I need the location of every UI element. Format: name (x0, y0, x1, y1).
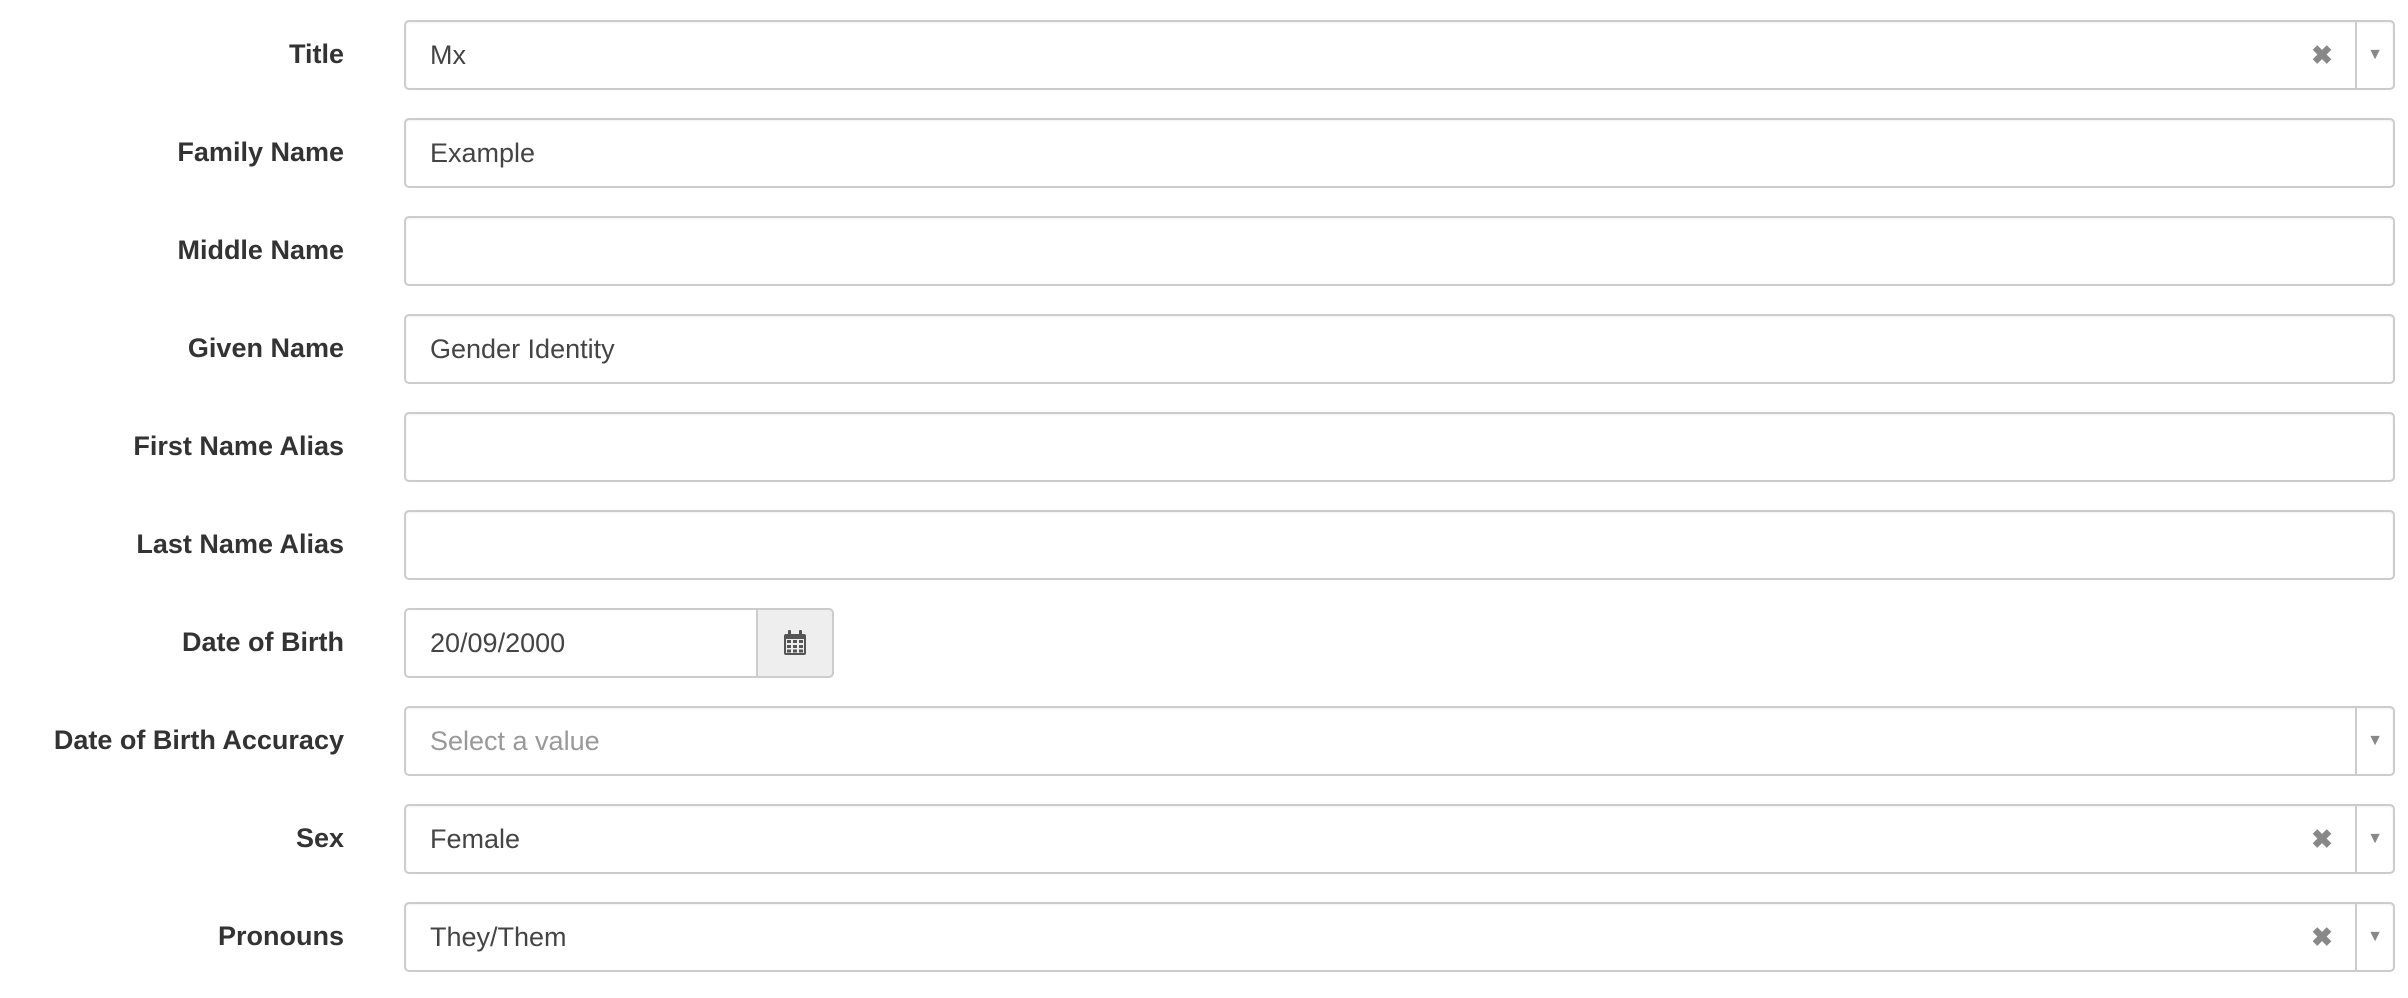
sex-select-value: Female (430, 824, 521, 854)
date-of-birth-picker: 20/09/2000 (404, 608, 834, 678)
pronouns-label: Pronouns (218, 921, 344, 951)
clear-icon[interactable]: ✖ (2307, 806, 2337, 872)
date-of-birth-value: 20/09/2000 (430, 628, 566, 658)
middle-name-label: Middle Name (177, 235, 344, 265)
pronouns-row: Pronouns They/Them ✖ ▼ (0, 902, 2408, 972)
date-of-birth-input[interactable]: 20/09/2000 (404, 608, 758, 678)
given-name-label: Given Name (187, 333, 344, 363)
date-of-birth-accuracy-placeholder: Select a value (430, 726, 600, 756)
calendar-icon (784, 630, 806, 655)
family-name-label: Family Name (177, 137, 344, 167)
title-row: Title Mx ✖ ▼ (0, 20, 2408, 90)
person-details-form: Title Mx ✖ ▼ Family Name Example Middle … (0, 0, 2408, 998)
chevron-down-icon[interactable]: ▼ (2357, 708, 2393, 774)
title-label: Title (288, 39, 344, 69)
chevron-down-icon[interactable]: ▼ (2357, 806, 2393, 872)
given-name-value: Gender Identity (430, 334, 615, 364)
date-of-birth-accuracy-label: Date of Birth Accuracy (53, 725, 344, 755)
pronouns-select-value: They/Them (430, 922, 567, 952)
calendar-button[interactable] (756, 608, 834, 678)
clear-icon[interactable]: ✖ (2307, 22, 2337, 88)
title-select-value: Mx (430, 40, 466, 70)
family-name-value: Example (430, 138, 536, 168)
given-name-input[interactable]: Gender Identity (404, 314, 2395, 384)
date-of-birth-label: Date of Birth (182, 627, 344, 657)
last-name-alias-row: Last Name Alias (0, 510, 2408, 580)
clear-icon[interactable]: ✖ (2307, 904, 2337, 970)
date-of-birth-accuracy-select[interactable]: Select a value ▼ (404, 706, 2395, 776)
family-name-row: Family Name Example (0, 118, 2408, 188)
sex-label: Sex (295, 823, 344, 853)
last-name-alias-input[interactable] (404, 510, 2395, 580)
family-name-input[interactable]: Example (404, 118, 2395, 188)
chevron-down-icon[interactable]: ▼ (2357, 904, 2393, 970)
middle-name-input[interactable] (404, 216, 2395, 286)
first-name-alias-row: First Name Alias (0, 412, 2408, 482)
date-of-birth-row: Date of Birth 20/09/2000 (0, 608, 2408, 678)
chevron-down-icon[interactable]: ▼ (2357, 22, 2393, 88)
pronouns-select[interactable]: They/Them ✖ ▼ (404, 902, 2395, 972)
first-name-alias-label: First Name Alias (133, 431, 344, 461)
sex-row: Sex Female ✖ ▼ (0, 804, 2408, 874)
sex-select[interactable]: Female ✖ ▼ (404, 804, 2395, 874)
last-name-alias-label: Last Name Alias (136, 529, 344, 559)
first-name-alias-input[interactable] (404, 412, 2395, 482)
date-of-birth-accuracy-row: Date of Birth Accuracy Select a value ▼ (0, 706, 2408, 776)
middle-name-row: Middle Name (0, 216, 2408, 286)
given-name-row: Given Name Gender Identity (0, 314, 2408, 384)
title-select[interactable]: Mx ✖ ▼ (404, 20, 2395, 90)
